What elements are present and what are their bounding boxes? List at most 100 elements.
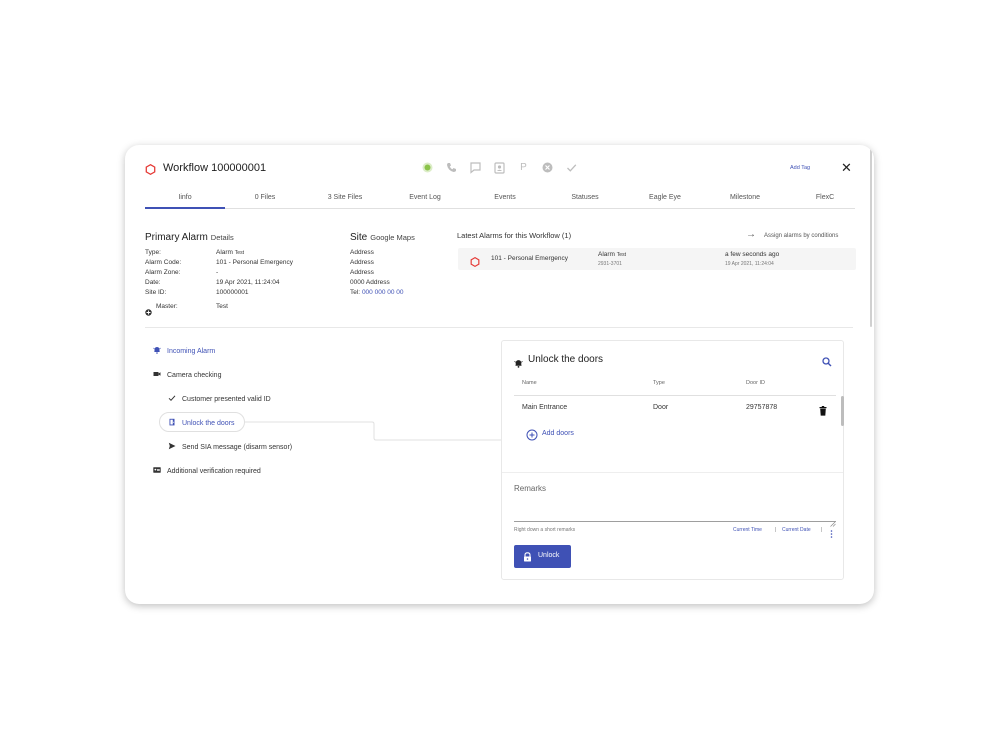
master-label: Master:: [156, 303, 178, 310]
step-unlock-doors[interactable]: Unlock the doors: [168, 418, 235, 427]
workflow-dialog: Workflow 100000001 P Add Tag ✕ Iinfo 0 F…: [125, 145, 874, 604]
tab-events[interactable]: Events: [465, 194, 545, 201]
type-extra: Test: [234, 250, 244, 256]
step-label: Send SIA message (disarm sensor): [182, 444, 293, 451]
alarm-zone-label: Alarm Zone:: [145, 269, 181, 276]
tab-milestone[interactable]: Milestone: [705, 194, 785, 201]
contact-icon[interactable]: [493, 161, 506, 174]
alarm-date: 19 Apr 2021, 11:24:04: [725, 261, 774, 267]
tab-eagle-eye[interactable]: Eagle Eye: [625, 194, 705, 201]
google-maps-link[interactable]: Google Maps: [370, 233, 415, 242]
status-dot-icon[interactable]: [421, 161, 434, 174]
address-line: Address: [350, 269, 374, 276]
alarm-type-extra: Test: [616, 252, 626, 258]
close-icon[interactable]: ✕: [841, 160, 852, 176]
lock-icon: [523, 552, 532, 564]
tab-event-log[interactable]: Event Log: [385, 194, 465, 201]
current-time-link[interactable]: Current Time: [733, 527, 762, 533]
more-vert-icon[interactable]: [830, 525, 833, 543]
dialog-scrollbar[interactable]: [870, 149, 872, 327]
door-type-cell: Door: [653, 404, 669, 411]
chat-icon[interactable]: [469, 161, 482, 174]
assign-alarms-link[interactable]: Assign alarms by conditions: [764, 233, 838, 239]
step-camera-checking[interactable]: Camera checking: [153, 370, 221, 379]
date-value: 19 Apr 2021, 11:24:04: [216, 279, 280, 286]
remarks-hint: Right down a short remarks: [514, 527, 576, 533]
delete-icon[interactable]: [819, 403, 827, 421]
column-header-type[interactable]: Type: [653, 380, 665, 386]
active-tab-indicator: [145, 207, 225, 209]
master-value: Test: [216, 303, 228, 310]
tab-site-files[interactable]: 3 Site Files: [305, 194, 385, 201]
parking-icon[interactable]: P: [517, 161, 530, 174]
site-id-value: 100000001: [216, 289, 249, 296]
current-date-link[interactable]: Current Date: [782, 527, 811, 533]
tab-bar: Iinfo 0 Files 3 Site Files Event Log Eve…: [145, 189, 855, 209]
tab-flexc[interactable]: FlexC: [785, 194, 865, 201]
door-icon: [168, 418, 176, 426]
site-title: Site: [350, 232, 368, 243]
table-scrollbar[interactable]: [841, 396, 844, 426]
workflow-title: Workflow 100000001: [163, 162, 267, 174]
alarm-type-value: Alarm: [598, 251, 615, 258]
cancel-icon[interactable]: [541, 161, 554, 174]
search-icon[interactable]: [822, 354, 832, 372]
alarm-bell-icon: [153, 346, 161, 354]
address-line: Address: [350, 259, 374, 266]
step-incoming-alarm[interactable]: Incoming Alarm: [153, 346, 215, 355]
address-line: Address: [350, 249, 374, 256]
alarm-bell-icon: [514, 355, 523, 373]
site-heading: Site Google Maps: [350, 232, 415, 243]
primary-alarm-labels: Type: Alarm Code: Alarm Zone: Date: Site…: [145, 248, 181, 298]
check-icon: [168, 394, 176, 402]
unlock-button-label: Unlock: [538, 552, 560, 559]
alarm-zone-value: -: [216, 269, 219, 276]
step-connector-line: [245, 421, 501, 441]
add-tag-link[interactable]: Add Tag: [790, 165, 810, 171]
step-label: Incoming Alarm: [167, 348, 216, 355]
arrow-right-icon[interactable]: →: [746, 229, 756, 240]
remarks-textarea[interactable]: [514, 496, 836, 520]
date-label: Date:: [145, 279, 161, 286]
step-label: Camera checking: [167, 372, 222, 379]
step-label: Unlock the doors: [182, 420, 235, 427]
remarks-label: Remarks: [514, 484, 547, 493]
type-value: Alarm: [216, 249, 233, 256]
add-doors-link[interactable]: Add doors: [542, 430, 574, 437]
check-icon[interactable]: [565, 161, 578, 174]
alarm-code-value: 101 - Personal Emergency: [216, 259, 293, 266]
column-header-name[interactable]: Name: [522, 380, 537, 386]
alarm-hex-icon: [470, 254, 480, 272]
tel-link[interactable]: 000 000 00 00: [362, 289, 404, 296]
primary-alarm-title: Primary Alarm: [145, 232, 208, 243]
site-address: Address Address Address 0000 Address Tel…: [350, 248, 404, 298]
tab-statuses[interactable]: Statuses: [545, 194, 625, 201]
step-additional-verification[interactable]: Additional verification required: [153, 466, 261, 475]
step-customer-valid-id[interactable]: Customer presented valid ID: [168, 394, 271, 403]
alarm-relative-time: a few seconds ago: [725, 251, 780, 258]
master-badge-icon: [145, 303, 152, 316]
primary-alarm-values: Alarm Test 101 - Personal Emergency - 19…: [216, 248, 293, 298]
latest-alarm-row[interactable]: 101 - Personal Emergency Alarm Test 2931…: [458, 248, 856, 270]
tel-label: Tel:: [350, 289, 361, 296]
phone-icon[interactable]: [445, 161, 458, 174]
tab-info[interactable]: Iinfo: [145, 194, 225, 201]
door-id-cell: 29757878: [746, 404, 778, 411]
panel-title: Unlock the doors: [528, 354, 604, 365]
id-card-icon: [153, 466, 161, 474]
unlock-button[interactable]: Unlock: [514, 545, 571, 568]
alarm-code-label: Alarm Code:: [145, 259, 182, 266]
section-divider: [145, 327, 853, 328]
camera-icon: [153, 370, 161, 378]
workflow-alarm-icon: [145, 162, 156, 180]
column-header-door-id[interactable]: Door ID: [746, 380, 765, 386]
table-header-divider: [514, 395, 836, 396]
separator: |: [775, 527, 777, 533]
remarks-underline: [514, 521, 836, 522]
separator: |: [821, 527, 823, 533]
add-circle-icon[interactable]: [526, 428, 538, 446]
step-send-sia[interactable]: Send SIA message (disarm sensor): [168, 442, 292, 451]
primary-alarm-details-link[interactable]: Details: [211, 233, 234, 242]
tab-files[interactable]: 0 Files: [225, 194, 305, 201]
alarm-type: Alarm Test: [598, 251, 626, 258]
